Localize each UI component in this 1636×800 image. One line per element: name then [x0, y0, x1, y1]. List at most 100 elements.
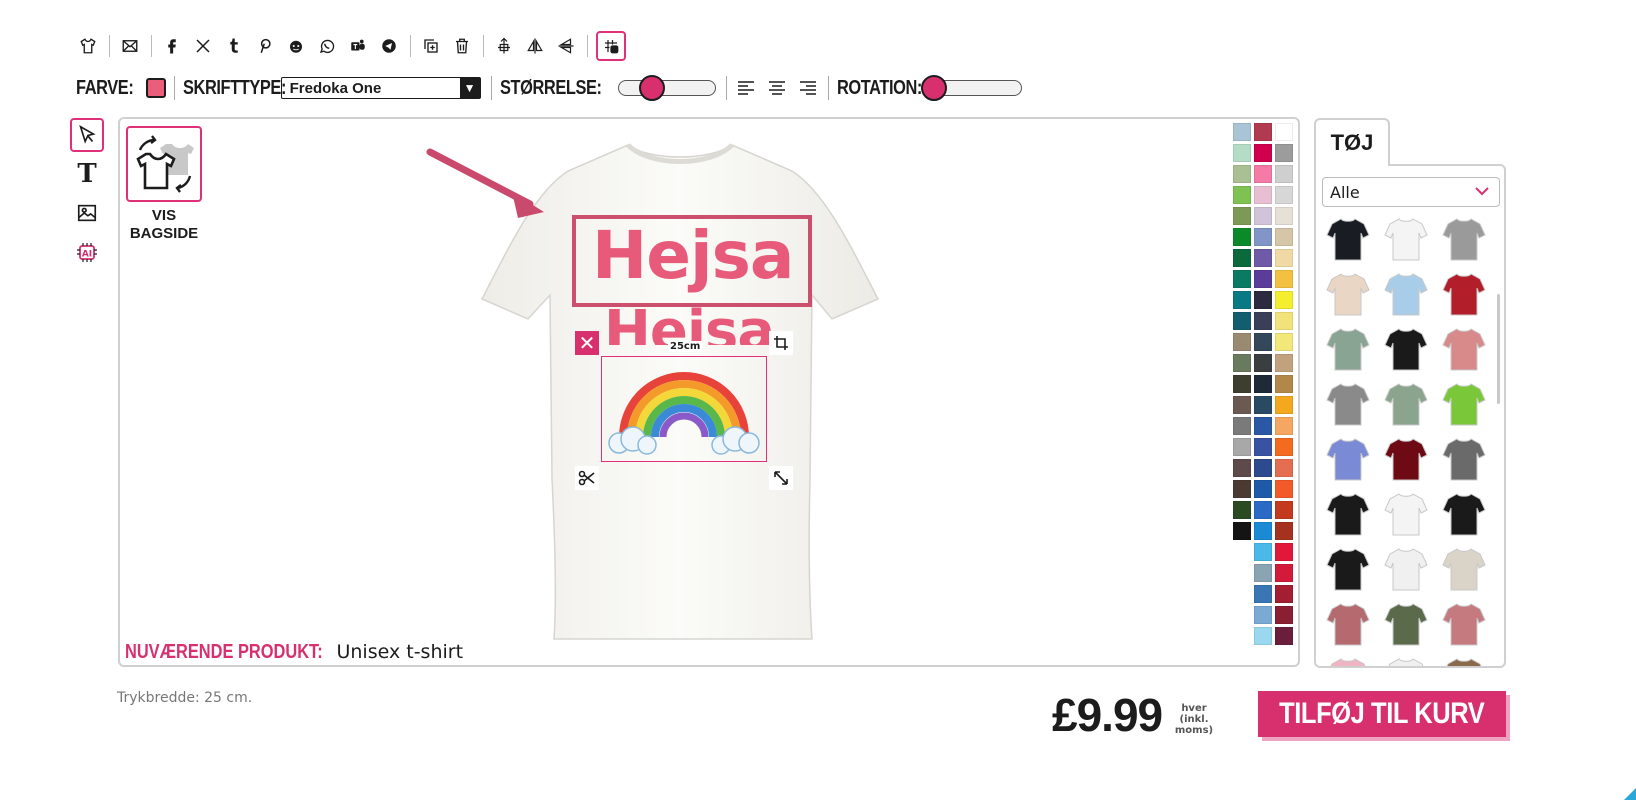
color-swatch[interactable] [1233, 186, 1251, 204]
product-black-tank[interactable] [1440, 489, 1488, 539]
center-vertical-icon[interactable] [492, 34, 516, 58]
align-left-icon[interactable] [735, 77, 757, 99]
product-olive-crop-top[interactable] [1382, 599, 1430, 649]
product-green-polo[interactable] [1440, 379, 1488, 429]
product-sage-longsleeve[interactable] [1324, 324, 1372, 374]
pointer-icon[interactable] [70, 118, 104, 152]
color-swatch[interactable] [1233, 228, 1251, 246]
color-swatch[interactable] [1275, 312, 1293, 330]
color-swatch[interactable] [1254, 333, 1272, 351]
product-blue-tshirt[interactable] [1324, 434, 1372, 484]
email-icon[interactable] [118, 34, 142, 58]
color-swatch[interactable] [1254, 354, 1272, 372]
tab-clothing[interactable]: TØJ [1314, 118, 1390, 166]
delete-layer-button[interactable]: ✕ [575, 331, 599, 355]
color-swatch[interactable] [1275, 543, 1293, 561]
product-varsity-jacket[interactable] [1440, 269, 1488, 319]
text-layer[interactable]: Hejsa [604, 299, 774, 345]
color-swatch[interactable] [1233, 312, 1251, 330]
product-charcoal-tshirt[interactable] [1440, 434, 1488, 484]
color-swatch[interactable] [1233, 123, 1251, 141]
pinterest-icon[interactable] [253, 34, 277, 58]
rotation-slider[interactable] [921, 75, 1023, 101]
color-swatch[interactable] [145, 78, 166, 98]
product-black-fitted-tee[interactable] [1324, 544, 1372, 594]
color-swatch[interactable] [1275, 333, 1293, 351]
color-swatch[interactable] [1275, 249, 1293, 267]
color-swatch[interactable] [1254, 186, 1272, 204]
tshirt-icon[interactable] [76, 34, 100, 58]
color-swatch[interactable] [1233, 291, 1251, 309]
color-swatch[interactable] [1233, 333, 1251, 351]
color-swatch[interactable] [1275, 564, 1293, 582]
product-white-sweater[interactable] [1382, 654, 1430, 666]
color-swatch[interactable] [1254, 627, 1272, 645]
resize-icon[interactable] [769, 466, 793, 490]
product-pink-tank[interactable] [1440, 324, 1488, 374]
color-swatch[interactable] [1233, 438, 1251, 456]
color-swatch[interactable] [1233, 522, 1251, 540]
image-tool-icon[interactable] [70, 196, 104, 230]
color-swatch[interactable] [1275, 438, 1293, 456]
product-grey-hoodie[interactable] [1440, 214, 1488, 264]
product-sand-tshirt[interactable] [1324, 269, 1372, 319]
reddit-icon[interactable] [284, 34, 308, 58]
color-swatch[interactable] [1233, 207, 1251, 225]
color-swatch[interactable] [1233, 375, 1251, 393]
teams-icon[interactable] [346, 34, 370, 58]
color-swatch[interactable] [1254, 375, 1272, 393]
color-swatch[interactable] [1275, 606, 1293, 624]
flip-horizontal-icon[interactable] [523, 34, 547, 58]
product-orange-hoodie[interactable] [1382, 324, 1430, 374]
color-swatch[interactable] [1275, 396, 1293, 414]
product-burgundy-longsleeve[interactable] [1382, 434, 1430, 484]
color-swatch[interactable] [1254, 459, 1272, 477]
color-swatch[interactable] [1254, 123, 1272, 141]
color-swatch[interactable] [1275, 459, 1293, 477]
crop-icon[interactable] [769, 331, 793, 355]
color-swatch[interactable] [1254, 291, 1272, 309]
tumblr-icon[interactable] [222, 34, 246, 58]
color-swatch[interactable] [1233, 249, 1251, 267]
color-swatch[interactable] [1275, 501, 1293, 519]
color-swatch[interactable] [1275, 354, 1293, 372]
product-black-oversized-tee[interactable] [1324, 489, 1372, 539]
color-swatch[interactable] [1233, 459, 1251, 477]
color-swatch[interactable] [1275, 417, 1293, 435]
product-grey-crop-tshirt[interactable] [1324, 379, 1372, 429]
color-swatch[interactable] [1254, 249, 1272, 267]
grid-toggle-icon[interactable] [596, 31, 626, 61]
color-swatch[interactable] [1233, 501, 1251, 519]
text-tool-icon[interactable]: T [70, 157, 104, 191]
color-swatch[interactable] [1275, 123, 1293, 141]
product-white-tank[interactable] [1382, 544, 1430, 594]
color-swatch[interactable] [1275, 522, 1293, 540]
scissors-icon[interactable] [575, 466, 599, 490]
color-swatch[interactable] [1254, 438, 1272, 456]
telegram-icon[interactable] [377, 34, 401, 58]
color-swatch[interactable] [1233, 480, 1251, 498]
product-rose-tank[interactable] [1440, 599, 1488, 649]
color-swatch[interactable] [1254, 228, 1272, 246]
color-swatch[interactable] [1275, 627, 1293, 645]
color-swatch[interactable] [1233, 270, 1251, 288]
ai-tool-icon[interactable]: AI [70, 235, 104, 269]
product-pink-sweater[interactable] [1324, 654, 1372, 666]
delete-icon[interactable] [450, 34, 474, 58]
color-swatch[interactable] [1254, 207, 1272, 225]
color-swatch[interactable] [1275, 207, 1293, 225]
text-layer[interactable]: Hejsa [592, 217, 794, 294]
color-swatch[interactable] [1233, 144, 1251, 162]
color-swatch[interactable] [1254, 585, 1272, 603]
color-swatch[interactable] [1254, 417, 1272, 435]
add-to-cart-button[interactable]: TILFØJ TIL KURV [1258, 691, 1506, 737]
color-swatch[interactable] [1233, 396, 1251, 414]
color-swatch[interactable] [1254, 165, 1272, 183]
color-swatch[interactable] [1254, 543, 1272, 561]
size-slider-thumb[interactable] [639, 75, 666, 101]
color-swatch[interactable] [1275, 291, 1293, 309]
color-swatch[interactable] [1233, 417, 1251, 435]
x-icon[interactable] [191, 34, 215, 58]
product-tie-dye-tshirt[interactable] [1382, 269, 1430, 319]
color-swatch[interactable] [1254, 564, 1272, 582]
